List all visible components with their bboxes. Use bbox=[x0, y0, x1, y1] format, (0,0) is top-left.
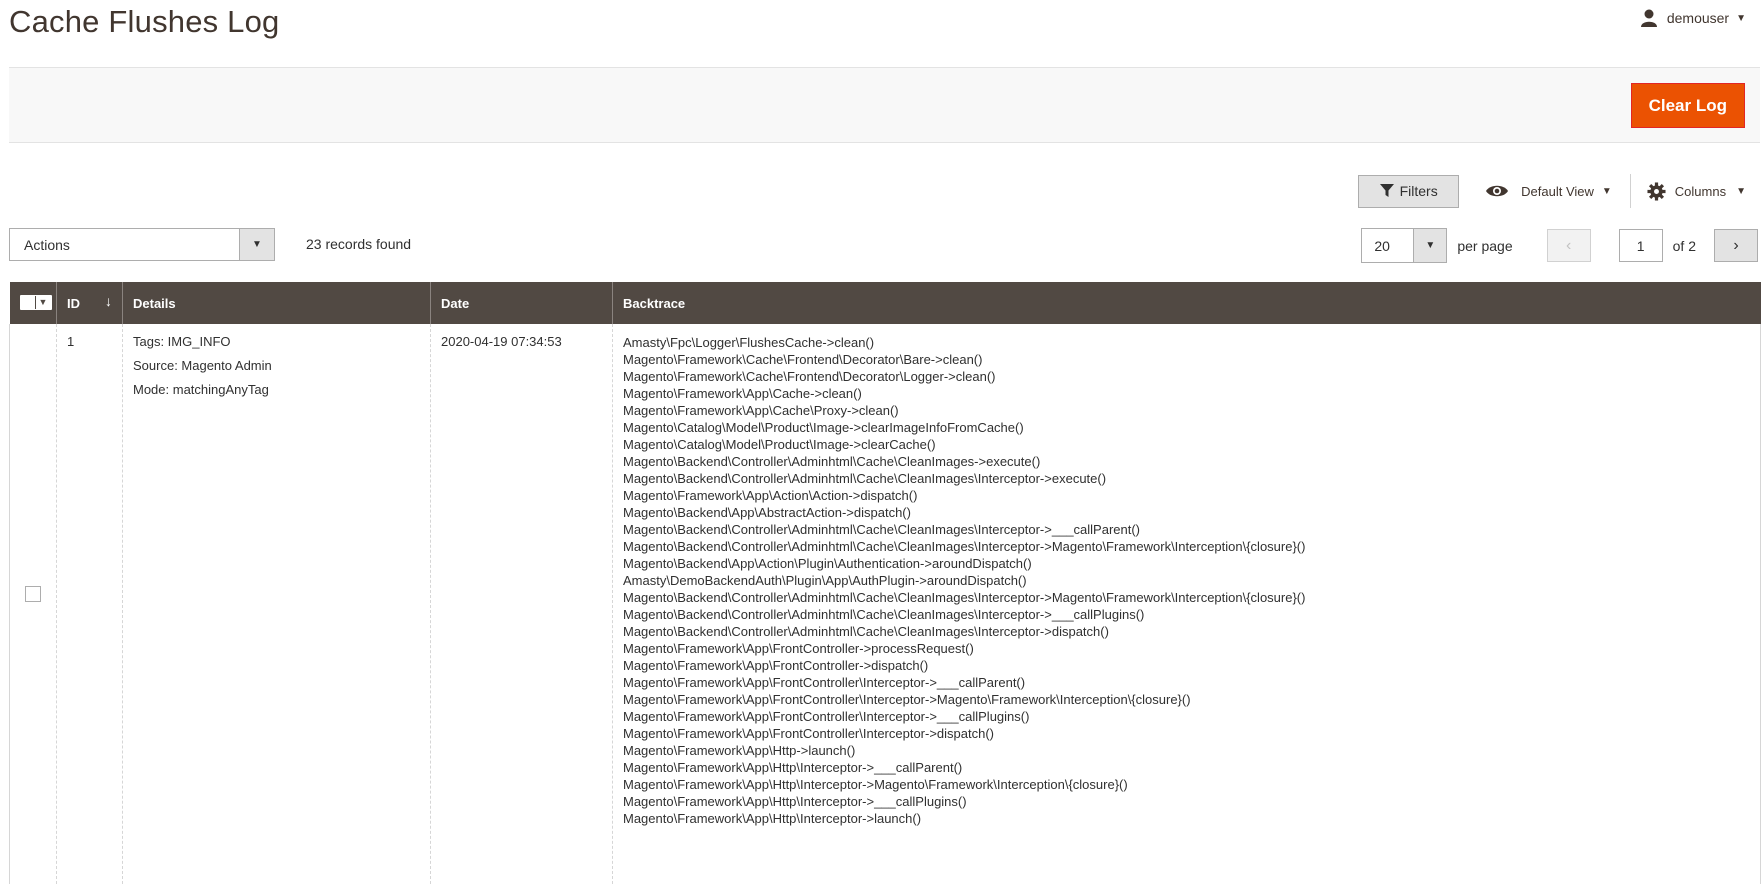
row-select-cell bbox=[9, 324, 57, 884]
pager: 20 ▼ per page ‹ of 2 › bbox=[1361, 228, 1758, 263]
backtrace-line: Magento\Framework\App\Http\Interceptor->… bbox=[623, 794, 967, 809]
column-header-id-label: ID bbox=[67, 295, 80, 311]
previous-page-button[interactable]: ‹ bbox=[1546, 229, 1591, 262]
backtrace-line: Magento\Framework\App\Action\Action->dis… bbox=[623, 488, 918, 503]
user-menu[interactable]: demouser ▼ bbox=[1639, 8, 1746, 28]
chevron-left-icon: ‹ bbox=[1565, 236, 1572, 254]
backtrace-line: Magento\Framework\App\FrontController->p… bbox=[623, 641, 974, 656]
backtrace-line: Magento\Framework\App\FrontController\In… bbox=[623, 692, 1191, 707]
table-row: 1 Tags: IMG_INFO Source: Magento Admin M… bbox=[9, 324, 1761, 884]
clear-log-button[interactable]: Clear Log bbox=[1630, 83, 1745, 128]
column-header-date[interactable]: Date bbox=[430, 282, 613, 324]
backtrace-line: Magento\Backend\Controller\Adminhtml\Cac… bbox=[623, 471, 1107, 486]
chevron-down-icon: ▼ bbox=[1736, 185, 1746, 197]
backtrace-line: Magento\Framework\App\FrontController\In… bbox=[623, 675, 1026, 690]
backtrace-line: Magento\Backend\App\Action\Plugin\Authen… bbox=[623, 556, 1032, 571]
backtrace-line: Magento\Framework\App\FrontController\In… bbox=[623, 726, 995, 741]
backtrace-line: Magento\Framework\App\Cache->clean() bbox=[623, 386, 862, 401]
eye-icon bbox=[1486, 185, 1509, 197]
per-page-select[interactable]: 20 ▼ bbox=[1361, 228, 1448, 263]
mass-select-header[interactable]: ▼ bbox=[9, 282, 57, 324]
gear-icon bbox=[1647, 181, 1666, 201]
view-label: Default View bbox=[1521, 183, 1594, 199]
details-source: Source: Magento Admin bbox=[133, 358, 272, 373]
cell-date: 2020-04-19 07:34:53 bbox=[430, 324, 613, 884]
details-tags: Tags: IMG_INFO bbox=[133, 334, 231, 349]
backtrace-line: Magento\Backend\Controller\Adminhtml\Cac… bbox=[623, 607, 1145, 622]
actions-label: Actions bbox=[24, 236, 70, 253]
backtrace-line: Magento\Framework\App\FrontController->d… bbox=[623, 658, 929, 673]
row-checkbox[interactable] bbox=[25, 586, 41, 602]
table-header-row: ▼ ID ↓ Details Date Backtrace bbox=[9, 282, 1761, 324]
chevron-down-icon: ▼ bbox=[38, 296, 48, 307]
backtrace-line: Magento\Backend\Controller\Adminhtml\Cac… bbox=[623, 590, 1306, 605]
chevron-down-icon: ▼ bbox=[239, 229, 274, 260]
details-mode: Mode: matchingAnyTag bbox=[133, 382, 269, 397]
filter-icon bbox=[1379, 184, 1394, 197]
view-selector[interactable]: Default View ▼ bbox=[1485, 184, 1612, 199]
backtrace-line: Magento\Backend\Controller\Adminhtml\Cac… bbox=[623, 522, 1141, 537]
user-icon bbox=[1640, 9, 1657, 27]
mass-select-checkbox[interactable]: ▼ bbox=[19, 294, 52, 310]
page-title: Cache Flushes Log bbox=[9, 4, 280, 39]
columns-selector[interactable]: Columns ▼ bbox=[1647, 181, 1746, 201]
backtrace-line: Magento\Framework\App\Http\Interceptor->… bbox=[623, 760, 963, 775]
column-header-backtrace[interactable]: Backtrace bbox=[612, 282, 1761, 324]
chevron-down-icon: ▼ bbox=[1413, 229, 1447, 262]
column-header-details[interactable]: Details bbox=[122, 282, 431, 324]
backtrace-line: Amasty\Fpc\Logger\FlushesCache->clean() bbox=[623, 335, 875, 350]
backtrace-line: Magento\Framework\App\Http\Interceptor->… bbox=[623, 811, 922, 826]
cell-details: Tags: IMG_INFO Source: Magento Admin Mod… bbox=[122, 324, 431, 884]
grid-controls: Filters Default View ▼ Columns ▼ bbox=[1358, 174, 1746, 208]
backtrace-line: Magento\Framework\App\Http\Interceptor->… bbox=[623, 777, 1128, 792]
user-name: demouser bbox=[1666, 10, 1730, 26]
mass-actions-select[interactable]: Actions ▼ bbox=[9, 228, 275, 261]
page-actions-bar: Clear Log bbox=[9, 67, 1760, 143]
backtrace-line: Magento\Framework\App\Http->launch() bbox=[623, 743, 856, 758]
total-pages: of 2 bbox=[1672, 237, 1696, 254]
backtrace-line: Magento\Backend\Controller\Adminhtml\Cac… bbox=[623, 454, 1041, 469]
backtrace-line: Magento\Framework\Cache\Frontend\Decorat… bbox=[623, 352, 983, 367]
chevron-right-icon: › bbox=[1733, 236, 1739, 254]
per-page-value: 20 bbox=[1374, 237, 1390, 254]
columns-label: Columns bbox=[1674, 183, 1727, 199]
backtrace-line: Magento\Backend\Controller\Adminhtml\Cac… bbox=[623, 539, 1306, 554]
data-grid: ▼ ID ↓ Details Date Backtrace 1 Tags: IM… bbox=[9, 282, 1761, 884]
filters-label: Filters bbox=[1399, 183, 1438, 199]
controls-divider bbox=[1629, 174, 1631, 208]
records-found: 23 records found bbox=[306, 236, 412, 252]
backtrace-line: Magento\Framework\Cache\Frontend\Decorat… bbox=[623, 369, 996, 384]
backtrace-line: Magento\Framework\App\Cache\Proxy->clean… bbox=[623, 403, 899, 418]
backtrace-line: Magento\Framework\App\FrontController\In… bbox=[623, 709, 1030, 724]
next-page-button[interactable]: › bbox=[1714, 229, 1758, 262]
backtrace-line: Magento\Catalog\Model\Product\Image->cle… bbox=[623, 420, 1024, 435]
cell-backtrace: Amasty\Fpc\Logger\FlushesCache->clean() M… bbox=[612, 324, 1761, 884]
backtrace-line: Amasty\DemoBackendAuth\Plugin\App\AuthPl… bbox=[623, 573, 1027, 588]
backtrace-line: Magento\Backend\Controller\Adminhtml\Cac… bbox=[623, 624, 1109, 639]
sort-arrow-icon: ↓ bbox=[105, 293, 112, 309]
filters-button[interactable]: Filters bbox=[1358, 174, 1460, 208]
chevron-down-icon: ▼ bbox=[1601, 185, 1612, 197]
backtrace-line: Magento\Backend\App\AbstractAction->disp… bbox=[623, 505, 911, 520]
backtrace-line: Magento\Catalog\Model\Product\Image->cle… bbox=[623, 437, 936, 452]
column-header-id[interactable]: ID ↓ bbox=[56, 282, 123, 324]
cell-id: 1 bbox=[56, 324, 123, 884]
per-page-label: per page bbox=[1457, 237, 1513, 254]
current-page-input[interactable] bbox=[1618, 229, 1663, 262]
chevron-down-icon: ▼ bbox=[1736, 12, 1746, 24]
